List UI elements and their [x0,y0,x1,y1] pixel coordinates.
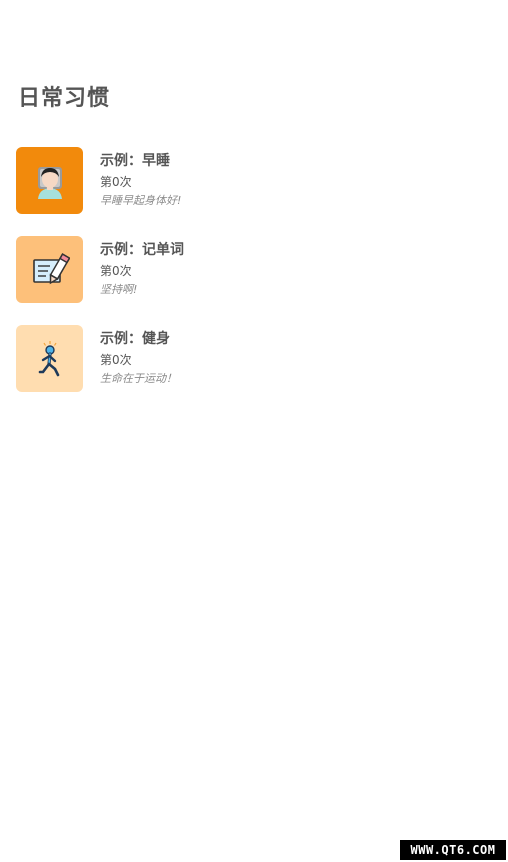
habit-item-vocabulary[interactable]: 示例：记单词 第0次 坚持啊! [16,236,496,303]
habit-icon-tile [16,236,83,303]
sleeping-person-icon [37,166,62,199]
habit-list: 示例：早睡 第0次 早睡早起身体好! 示例：记单词 第0次 坚持啊! 示例：健身… [16,147,496,414]
habit-count: 第0次 [100,175,132,189]
notebook-pencil-icon [32,252,70,284]
habit-icon-tile [16,325,83,392]
running-person-icon [38,340,59,376]
habit-item-fitness[interactable]: 示例：健身 第0次 生命在于运动！ [16,325,496,392]
habit-name: 示例：早睡 [100,153,170,169]
habit-motto: 坚持啊! [100,283,138,296]
habit-icon-tile [16,147,83,214]
habit-item-sleep[interactable]: 示例：早睡 第0次 早睡早起身体好! [16,147,496,214]
habit-name: 示例：记单词 [100,242,184,258]
habit-count: 第0次 [100,353,132,367]
habit-motto: 早睡早起身体好! [100,194,182,207]
habit-motto: 生命在于运动！ [100,372,177,385]
page-title: 日常习惯 [18,86,111,111]
site-watermark: WWW.QT6.COM [400,840,506,860]
habit-name: 示例：健身 [100,331,170,347]
habit-count: 第0次 [100,264,132,278]
